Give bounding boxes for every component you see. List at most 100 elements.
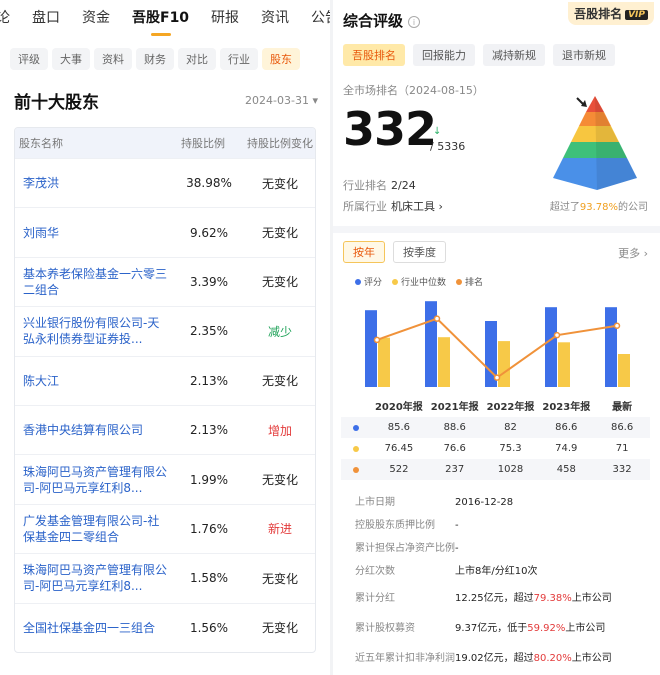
table-row[interactable]: 珠海阿巴马资产管理有限公司-阿巴马元享红利8... 1.99% 无变化 [15, 454, 315, 503]
table-header: 股东名称 持股比例 持股比例变化 [15, 128, 315, 158]
holder-name[interactable]: 广发基金管理有限公司-社保基金四二零组合 [15, 513, 173, 545]
tab-reduction-rules[interactable]: 减持新规 [483, 44, 545, 66]
table-row[interactable]: 广发基金管理有限公司-社保基金四二零组合 1.76% 新进 [15, 503, 315, 553]
key-info-card: 上市日期 2016-12-28 控股股东质押比例 - 累计担保占净资产比例 - 分红次数 上市… [333, 485, 660, 675]
history-table-header: 2020年报 2021年报 2022年报 2023年报 最新 [341, 393, 650, 417]
holder-name[interactable]: 珠海阿巴马资产管理有限公司-阿巴马元享红利8... [15, 464, 173, 496]
table-row[interactable]: 全国社保基金四一三组合 1.56% 无变化 [15, 602, 315, 652]
subtab-finance[interactable]: 财务 [136, 48, 174, 70]
score-bar [545, 307, 557, 387]
table-row[interactable]: 刘雨华 9.62% 无变化 [15, 207, 315, 256]
nav-tab-f10[interactable]: 吾股F10 [132, 0, 189, 36]
beat-suffix: 的公司 [618, 202, 648, 213]
pyramid-icon [553, 96, 637, 190]
holder-change: 无变化 [261, 275, 298, 290]
score-value: 88.6 [443, 422, 466, 433]
holder-name[interactable]: 全国社保基金四一三组合 [15, 620, 173, 636]
key-info-value: 9.37亿元，低于59.92%上市公司 [455, 622, 660, 635]
holder-name[interactable]: 兴业银行股份有限公司-天弘永利债券型证券投... [15, 315, 173, 347]
holder-change: 无变化 [261, 374, 298, 389]
key-info-text: 19.02亿元，超过 [455, 652, 534, 664]
median-bar [438, 337, 450, 387]
key-info-row: 分红次数 上市8年/分红10次 [333, 560, 660, 583]
top-nav: 论 盘口 资金 吾股F10 研报 资讯 公告 [0, 0, 330, 36]
tab-quarterly[interactable]: 按季度 [393, 241, 446, 263]
table-row[interactable]: 香港中央结算有限公司 2.13% 增加 [15, 404, 315, 454]
nav-tab-research[interactable]: 研报 [211, 0, 239, 36]
subtab-industry[interactable]: 行业 [220, 48, 258, 70]
shareholders-panel: 论 盘口 资金 吾股F10 研报 资讯 公告 评级 大事 资料 财务 对比 行业… [0, 0, 330, 675]
tab-delisting-rules[interactable]: 退市新规 [553, 44, 615, 66]
tab-yearly[interactable]: 按年 [343, 241, 385, 263]
key-info-suffix: 上市公司 [571, 592, 612, 604]
nav-tab-announcements[interactable]: 公告 [311, 0, 330, 36]
subtab-shareholders[interactable]: 股东 [262, 48, 300, 70]
holder-change: 无变化 [261, 176, 298, 191]
key-info-value: 上市8年/分红10次 [455, 565, 660, 578]
industry-rank-label: 行业排名 [343, 179, 387, 192]
industry-label: 所属行业 [343, 200, 387, 213]
rank-point [493, 374, 501, 381]
holder-name[interactable]: 陈大江 [15, 373, 173, 389]
key-info-label: 上市日期 [355, 497, 395, 508]
key-info-row: 累计股权募资 9.37亿元，低于59.92%上市公司 [333, 613, 660, 643]
industry-rank: 行业排名 2/24 [343, 177, 416, 193]
subtab-events[interactable]: 大事 [52, 48, 90, 70]
holder-pct: 9.62% [189, 225, 229, 240]
nav-tab-news[interactable]: 资讯 [261, 0, 289, 36]
holder-change: 新进 [267, 522, 292, 537]
score-bar [365, 310, 377, 387]
more-link[interactable]: 更多 › [618, 245, 648, 261]
rating-title: 综合评级 i [343, 10, 421, 31]
holder-pct: 1.99% [189, 472, 229, 487]
score-value: 85.6 [387, 422, 411, 433]
table-row[interactable]: 基本养老保险基金一六零三二组合 3.39% 无变化 [15, 256, 315, 306]
key-info-row: 上市日期 2016-12-28 [333, 491, 660, 514]
info-icon[interactable]: i [408, 16, 421, 28]
period-tabs: 按年 按季度 [343, 241, 454, 263]
key-info-text: 12.25亿元，超过 [455, 592, 534, 604]
score-value: 86.6 [555, 422, 578, 433]
industry[interactable]: 所属行业 机床工具 › [343, 198, 443, 214]
tab-rank[interactable]: 吾股排名 [343, 44, 405, 66]
nav-tab-quotes[interactable]: 盘口 [32, 0, 60, 36]
history-card: 按年 按季度 更多 › 评分 行业中位数 排名 2020年报 2021年报 2022… [333, 233, 660, 485]
rank-point [373, 336, 381, 344]
table-row[interactable]: 陈大江 2.13% 无变化 [15, 355, 315, 405]
subtab-rating[interactable]: 评级 [10, 48, 48, 70]
tab-return[interactable]: 回报能力 [413, 44, 475, 66]
holder-pct: 2.13% [189, 423, 229, 438]
median-bar [498, 341, 510, 387]
key-info-value: 2016-12-28 [455, 496, 660, 509]
table-row[interactable]: 李茂洪 38.98% 无变化 [15, 158, 315, 207]
key-info-label: 分红次数 [355, 566, 395, 577]
holder-name[interactable]: 刘雨华 [15, 225, 173, 241]
rank-point [433, 315, 441, 322]
rank-value: 237 [445, 464, 465, 475]
key-info-row: 累计担保占净资产比例 - [333, 537, 660, 560]
holder-name[interactable]: 珠海阿巴马资产管理有限公司-阿巴马元享红利8... [15, 562, 173, 594]
holder-name[interactable]: 李茂洪 [15, 175, 173, 191]
nav-tab-discussion[interactable]: 论 [0, 0, 10, 36]
holder-name[interactable]: 香港中央结算有限公司 [15, 422, 173, 438]
date-selector[interactable]: 2024-03-31 ▾ [245, 94, 318, 107]
nav-tab-funds[interactable]: 资金 [82, 0, 110, 36]
rank-value: 522 [389, 464, 409, 475]
table-row[interactable]: 珠海阿巴马资产管理有限公司-阿巴马元享红利8... 1.58% 无变化 [15, 553, 315, 602]
score-value: 86.6 [610, 422, 634, 433]
col-change-header: 持股比例变化 [247, 137, 313, 150]
subtab-compare[interactable]: 对比 [178, 48, 216, 70]
history-chart [365, 301, 630, 387]
table-row[interactable]: 兴业银行股份有限公司-天弘永利债券型证券投... 2.35% 减少 [15, 306, 315, 355]
median-value: 75.3 [499, 443, 522, 454]
rank-badge[interactable]: 吾股排名 VIP [568, 2, 654, 25]
key-info-text: 上市8年/分红10次 [455, 566, 538, 577]
rating-panel: 综合评级 i 吾股排名 VIP 吾股排名 回报能力 减持新规 退市新规 全市场排名（… [333, 0, 660, 675]
key-info-value: - [455, 519, 660, 532]
score-bar [605, 307, 617, 387]
rank-total: / 5336 [430, 140, 466, 153]
holder-name[interactable]: 基本养老保险基金一六零三二组合 [15, 266, 173, 298]
key-info-value: - [455, 542, 660, 555]
subtab-profile[interactable]: 资料 [94, 48, 132, 70]
period-label: 2023年报 [542, 401, 591, 413]
